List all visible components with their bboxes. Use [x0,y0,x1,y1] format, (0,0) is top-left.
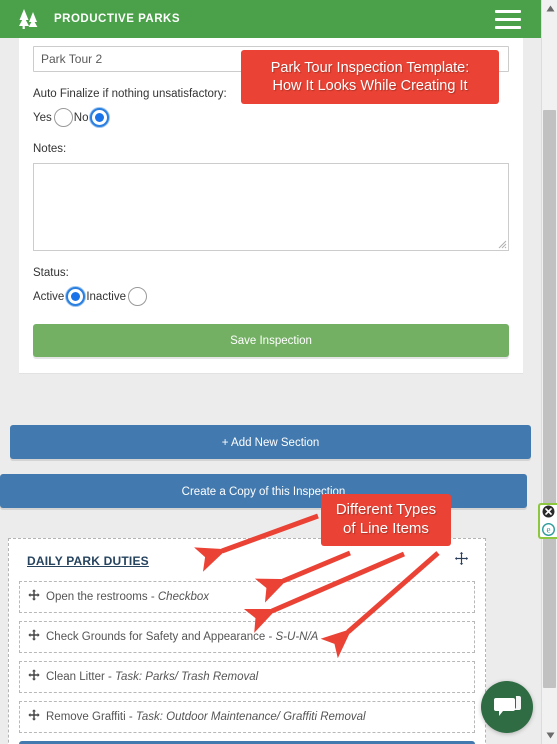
page-content: Auto Finalize if nothing unsatisfactory:… [0,38,541,744]
section-move-handle-icon[interactable] [454,551,469,571]
line-item-text: Clean Litter - Task: Parks/ Trash Remova… [46,671,258,683]
scroll-down-arrow-icon[interactable] [542,727,557,744]
line-item-type: Task: Outdoor Maintenance/ Graffiti Remo… [135,711,366,723]
callout-types-line-1: Different Types [335,501,437,518]
line-item-name: Check Grounds for Safety and Appearance [46,631,266,643]
web-clipper-widget: e [538,503,557,539]
notes-textarea[interactable] [33,163,509,251]
status-active-radio[interactable] [66,287,86,306]
line-item-text: Remove Graffiti - Task: Outdoor Maintena… [46,711,366,723]
line-item-separator: - [104,671,116,683]
section-header: DAILY PARK DUTIES [19,549,475,581]
line-item-name: Remove Graffiti [46,711,126,723]
auto-finalize-yes-radio[interactable] [53,108,73,127]
notes-field-wrapper [33,163,509,251]
line-item[interactable]: Check Grounds for Safety and Appearance … [19,621,475,653]
auto-finalize-radio-group: Yes No [33,108,509,127]
auto-finalize-yes-label: Yes [33,111,52,124]
line-item-name: Clean Litter [46,671,105,683]
line-item-text: Open the restrooms - Checkbox [46,591,209,603]
status-radio-group: Active Inactive [33,287,509,306]
line-item-move-handle-icon[interactable] [28,588,40,606]
callout-line-item-types: Different Types of Line Items [321,494,451,546]
close-circle-icon[interactable] [542,505,555,523]
line-item[interactable]: Clean Litter - Task: Parks/ Trash Remova… [19,661,475,693]
auto-finalize-no-label: No [73,111,89,124]
hamburger-menu-icon[interactable] [495,9,521,29]
page-scrollbar[interactable] [541,0,557,744]
status-label: Status: [33,267,69,279]
line-item-type: Checkbox [157,591,210,603]
line-item-move-handle-icon[interactable] [28,708,40,726]
line-item-name: Open the restrooms [46,591,148,603]
line-item-separator: - [265,631,276,643]
line-item-separator: - [147,591,158,603]
line-item[interactable]: Open the restrooms - Checkbox [19,581,475,613]
line-item[interactable]: Remove Graffiti - Task: Outdoor Maintena… [19,701,475,733]
app-header: PRODUCTIVE PARKS [0,0,541,38]
scrollbar-thumb[interactable] [543,110,556,688]
line-item-move-handle-icon[interactable] [28,668,40,686]
status-inactive-label: Inactive [86,290,126,303]
section-daily-park-duties: DAILY PARK DUTIES Open the restrooms - C… [8,538,486,744]
status-active-label: Active [33,290,65,303]
notes-label: Notes: [33,143,67,155]
trees-logo-icon [18,7,40,31]
auto-finalize-no-radio[interactable] [90,108,110,127]
chat-bubbles-icon [494,695,521,716]
svg-text:e: e [547,525,551,535]
line-item-text: Check Grounds for Safety and Appearance … [46,631,318,643]
line-item-type: S-U-N/A [275,631,319,643]
line-item-separator: - [125,711,136,723]
add-new-section-button[interactable]: + Add New Section [10,425,531,459]
brand-title: PRODUCTIVE PARKS [54,13,180,25]
section-title[interactable]: DAILY PARK DUTIES [27,554,149,568]
callout-line-2: How It Looks While Creating It [272,78,468,95]
evernote-e-icon[interactable]: e [541,522,556,541]
scroll-up-arrow-icon[interactable] [542,0,557,17]
chat-widget-button[interactable] [481,681,533,733]
line-item-move-handle-icon[interactable] [28,628,40,646]
callout-types-line-2: of Line Items [343,519,429,537]
callout-template-title: Park Tour Inspection Template: How It Lo… [241,50,499,105]
save-inspection-button[interactable]: Save Inspection [33,324,509,357]
callout-line-1: Park Tour Inspection Template: [270,60,470,76]
line-item-type: Task: Parks/ Trash Removal [115,671,259,683]
app-root: PRODUCTIVE PARKS Auto Finalize if nothin… [0,0,557,744]
status-inactive-radio[interactable] [127,287,147,306]
